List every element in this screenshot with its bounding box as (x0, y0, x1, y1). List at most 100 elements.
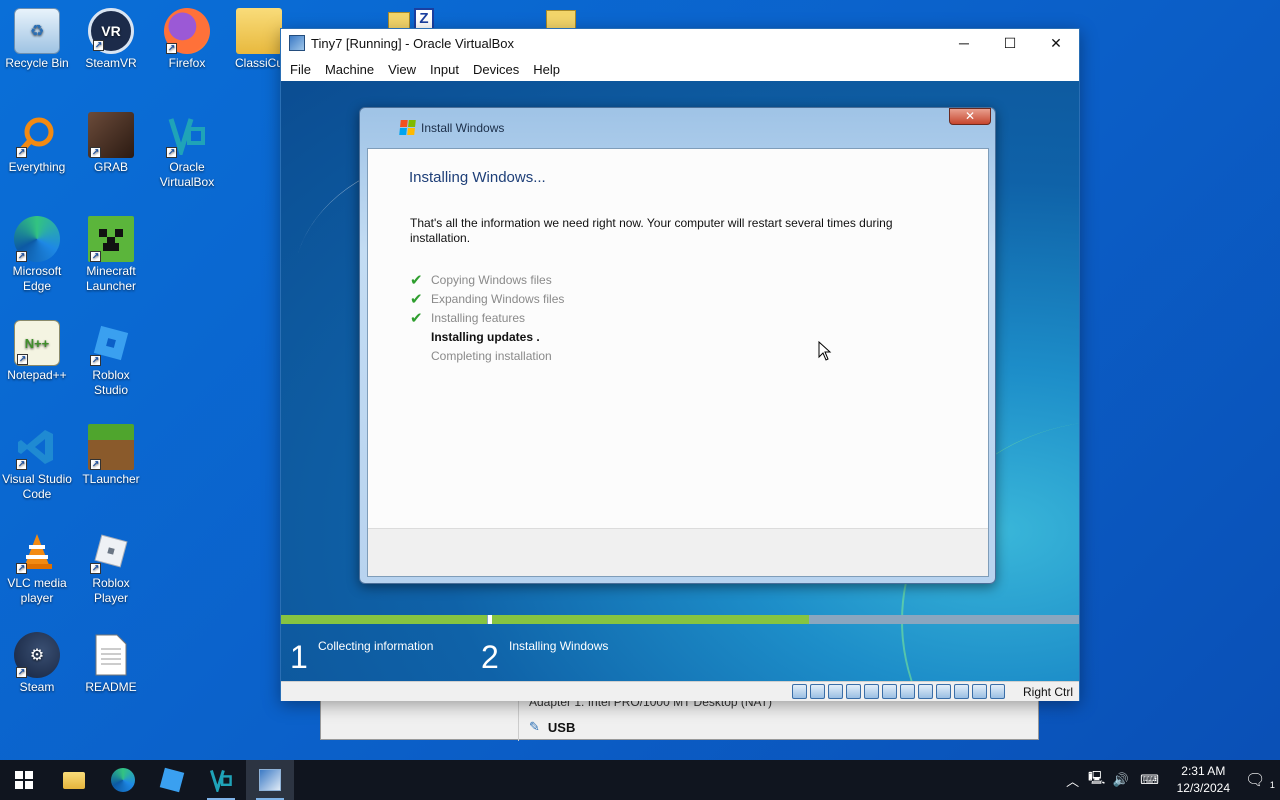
taskbar-virtualbox-manager[interactable] (197, 760, 245, 800)
desktop-icon-label: README (85, 680, 137, 694)
everything-icon: ↗ (14, 112, 60, 158)
taskbar-edge[interactable] (99, 760, 147, 800)
close-button[interactable]: ✕ (1033, 29, 1079, 57)
vlc-icon: ↗ (14, 528, 60, 574)
start-button[interactable] (0, 760, 48, 800)
desktop-icon-label: Notepad++ (7, 368, 67, 382)
install-step: ✔ Copying Windows files (410, 270, 564, 289)
step-label: Copying Windows files (431, 272, 552, 287)
desktop-icon-notepad-plus-plus[interactable]: N++ ↗ Notepad++ (0, 320, 74, 383)
menu-view[interactable]: View (381, 62, 423, 77)
volume-icon[interactable]: 🔊 (1109, 772, 1133, 788)
menu-devices[interactable]: Devices (466, 62, 526, 77)
menu-input[interactable]: Input (423, 62, 466, 77)
step-label: Installing features (431, 310, 526, 325)
folder-icon[interactable] (546, 10, 576, 30)
usb-section[interactable]: ✎ USB (529, 719, 575, 735)
window-controls: ─ ☐ ✕ (941, 29, 1079, 57)
desktop-icon-label: VLC media player (7, 576, 67, 605)
grab-icon: ↗ (88, 112, 134, 158)
shared-folders-icon[interactable] (900, 684, 915, 699)
show-hidden-icons-chevron-icon[interactable]: ︿ (1061, 771, 1085, 790)
mouse-cursor-icon (818, 341, 832, 361)
recording-icon[interactable] (936, 684, 951, 699)
desktop-icon-label: Steam (19, 680, 55, 694)
clock[interactable]: 2:31 AM 12/3/2024 (1167, 763, 1240, 797)
install-windows-dialog: Install Windows ✕ Installing Windows... … (359, 107, 996, 584)
dialog-title: Install Windows (421, 120, 505, 135)
desktop-icon-virtualbox[interactable]: ↗ Oracle VirtualBox (150, 112, 224, 190)
phase1-label: Collecting information (318, 639, 434, 653)
dialog-content: Installing Windows... That's all the inf… (367, 148, 989, 577)
vm-display[interactable]: Install Windows ✕ Installing Windows... … (281, 81, 1079, 681)
desktop-icon-roblox-player[interactable]: ↗ Roblox Player (74, 528, 148, 606)
desktop-icon-vscode[interactable]: ↗ Visual Studio Code (0, 424, 74, 502)
minimize-button[interactable]: ─ (941, 29, 987, 57)
virtualbox-icon: ↗ (164, 112, 210, 158)
folder-icon (236, 8, 282, 54)
desktop-icon-everything[interactable]: ↗ Everything (0, 112, 74, 175)
title-bar[interactable]: Tiny7 [Running] - Oracle VirtualBox ─ ☐ … (281, 29, 1079, 57)
windows-flag-icon (399, 120, 416, 135)
desktop-icon-vlc[interactable]: ↗ VLC media player (0, 528, 74, 606)
dialog-close-button[interactable]: ✕ (949, 108, 991, 125)
steamvr-icon: VR ↗ (88, 8, 134, 54)
desktop-icon-grab[interactable]: ↗ GRAB (74, 112, 148, 175)
vm-window-icon (259, 769, 281, 791)
vm-status-bar: Right Ctrl (281, 681, 1079, 701)
desktop-icon-recycle-bin[interactable]: ♻ Recycle Bin (0, 8, 74, 71)
desktop-icon-tlauncher[interactable]: ↗ TLauncher (74, 424, 148, 487)
virtualbox-vm-window: Tiny7 [Running] - Oracle VirtualBox ─ ☐ … (280, 28, 1080, 701)
phase1-progress-fill (281, 615, 487, 624)
audio-icon[interactable] (846, 684, 861, 699)
setup-progress-area: 1 Collecting information 2 Installing Wi… (281, 614, 1079, 681)
step-label: Expanding Windows files (431, 291, 565, 306)
desktop-icon-edge[interactable]: ↗ Microsoft Edge (0, 216, 74, 294)
mouse-integration-icon[interactable] (972, 684, 987, 699)
taskbar-roblox-studio[interactable] (148, 760, 196, 800)
network-icon[interactable]: 🖳 (1085, 769, 1109, 791)
floppy-icon[interactable] (828, 684, 843, 699)
text-file-icon (88, 632, 134, 678)
display-icon[interactable] (918, 684, 933, 699)
notification-center-button[interactable]: 🗨 1 (1240, 770, 1280, 790)
progress-divider (488, 615, 492, 624)
menu-machine[interactable]: Machine (318, 62, 381, 77)
desktop-icon-label: Roblox Player (92, 576, 130, 605)
desktop-icon-steam[interactable]: ⚙ ↗ Steam (0, 632, 74, 695)
taskbar-file-explorer[interactable] (50, 760, 98, 800)
cpu-icon[interactable] (954, 684, 969, 699)
desktop-icon-roblox-studio[interactable]: ↗ Roblox Studio (74, 320, 148, 398)
step-label: Completing installation (431, 348, 552, 363)
desktop-icon-firefox[interactable]: ↗ Firefox (150, 8, 224, 71)
hard-disk-icon[interactable] (792, 684, 807, 699)
dialog-footer (368, 528, 988, 576)
edge-icon (111, 768, 135, 792)
menu-file[interactable]: File (283, 62, 318, 77)
checkmark-icon: ✔ (410, 309, 423, 327)
desktop-icon-label: GRAB (93, 160, 128, 174)
desktop-icon-label: Everything (8, 160, 66, 174)
desktop-icon-label: ClassiCu (234, 56, 283, 70)
desktop-icon-label: SteamVR (85, 56, 137, 70)
usb-icon: ✎ (529, 719, 540, 734)
optical-drive-icon[interactable] (810, 684, 825, 699)
menu-help[interactable]: Help (526, 62, 567, 77)
dialog-title-bar: Install Windows (399, 120, 505, 135)
usb-icon[interactable] (882, 684, 897, 699)
taskbar-virtualbox-vm[interactable] (246, 760, 294, 800)
vscode-icon: ↗ (14, 424, 60, 470)
desktop-icon-minecraft[interactable]: ↗ Minecraft Launcher (74, 216, 148, 294)
keyboard-icon[interactable]: ⌨ (1133, 772, 1167, 788)
clock-date: 12/3/2024 (1176, 781, 1230, 795)
desktop-icon-steamvr[interactable]: VR ↗ SteamVR (74, 8, 148, 71)
install-step: ✔ Installing features (410, 308, 564, 327)
desktop-icon-readme[interactable]: README (74, 632, 148, 695)
recycle-bin-icon: ♻ (14, 8, 60, 54)
maximize-button[interactable]: ☐ (987, 29, 1033, 57)
desktop-icon-partial-zip[interactable]: Z (388, 8, 436, 30)
network-icon[interactable] (864, 684, 879, 699)
keyboard-capture-icon[interactable] (990, 684, 1005, 699)
dialog-message: That's all the information we need right… (410, 216, 893, 245)
install-step: Completing installation (410, 346, 564, 365)
